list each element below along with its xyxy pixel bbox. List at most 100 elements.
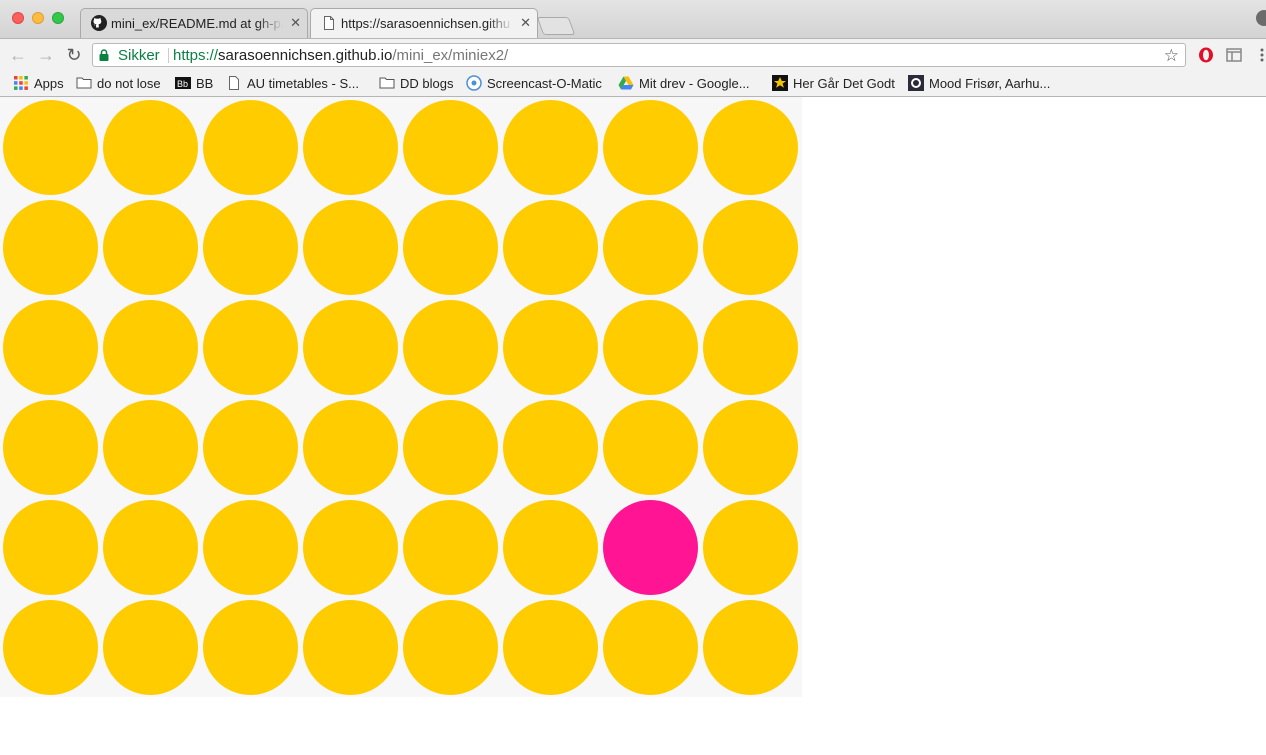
bookmark-label: Mit drev - Google...	[639, 76, 750, 92]
circle	[103, 400, 198, 495]
reload-icon[interactable]: ↻	[64, 45, 84, 65]
bookmark-mood-frisor[interactable]: Mood Frisør, Aarhu...	[908, 74, 1051, 93]
tab-sketch[interactable]: https://sarasoennichsen.githu ✕	[310, 8, 538, 38]
circle	[503, 200, 598, 295]
secure-label: Sikker	[118, 47, 160, 64]
bookmark-au-timetables[interactable]: AU timetables - S...	[226, 75, 359, 93]
circle	[503, 100, 598, 195]
circle	[703, 500, 798, 595]
url-text[interactable]: https://sarasoennichsen.github.io/mini_e…	[173, 47, 508, 64]
circle	[603, 400, 698, 495]
toolbar: ← → ↻ Sikker https://sarasoennichsen.git…	[0, 38, 1266, 73]
close-window-button[interactable]	[12, 12, 24, 24]
lock-icon	[99, 49, 109, 61]
circle	[3, 200, 98, 295]
circle	[303, 400, 398, 495]
folder-icon	[379, 77, 395, 89]
circle	[103, 200, 198, 295]
sketch-canvas[interactable]	[0, 97, 802, 697]
circle	[303, 100, 398, 195]
bookmark-mit-drev[interactable]: Mit drev - Google...	[618, 75, 750, 93]
star-icon	[772, 74, 788, 91]
circle	[703, 200, 798, 295]
circle	[703, 600, 798, 695]
circle	[103, 300, 198, 395]
circle	[503, 600, 598, 695]
folder-icon	[76, 77, 92, 89]
url-scheme: https://	[173, 47, 219, 64]
circle	[303, 300, 398, 395]
circle	[3, 100, 98, 195]
circle	[203, 500, 298, 595]
circle	[103, 500, 198, 595]
page-icon	[229, 75, 239, 90]
circle	[403, 100, 498, 195]
bookmark-bb[interactable]: Bb BB	[175, 75, 213, 93]
bookmark-her-gaar-det-godt[interactable]: Her Går Det Godt	[772, 74, 895, 93]
tab-readme[interactable]: mini_ex/README.md at gh-pa ✕	[80, 8, 308, 38]
bookmark-do-not-lose[interactable]: do not lose	[76, 75, 161, 93]
circle	[703, 300, 798, 395]
circle	[303, 200, 398, 295]
new-tab-button[interactable]	[536, 17, 576, 35]
forward-arrow-icon[interactable]: →	[36, 45, 56, 65]
maximize-window-button[interactable]	[52, 12, 64, 24]
circle	[503, 300, 598, 395]
circle	[303, 600, 398, 695]
tab-close-icon[interactable]: ✕	[520, 15, 531, 31]
blackboard-icon: Bb	[175, 76, 191, 89]
apps-grid-icon	[14, 75, 28, 90]
circle	[103, 600, 198, 695]
profile-icon[interactable]	[1256, 10, 1266, 26]
bookmark-star-icon[interactable]: ☆	[1164, 46, 1179, 66]
bookmark-screencast[interactable]: Screencast-O-Matic	[466, 74, 602, 93]
bookmarks-bar: Apps do not lose Bb BB AU timetables - S…	[0, 72, 1266, 97]
highlighted-circle	[603, 500, 698, 595]
tab-title: mini_ex/README.md at gh-pa	[111, 16, 283, 31]
bookmark-label: Screencast-O-Matic	[487, 76, 602, 92]
circle	[203, 200, 298, 295]
bookmark-label: BB	[196, 76, 214, 92]
circle	[403, 500, 498, 595]
circle	[503, 500, 598, 595]
circle	[3, 300, 98, 395]
circle	[3, 600, 98, 695]
circle	[203, 300, 298, 395]
circle	[203, 100, 298, 195]
bookmark-label: AU timetables - S...	[247, 76, 359, 92]
opera-extension-icon[interactable]	[1198, 47, 1214, 63]
address-divider	[168, 48, 169, 63]
url-host: sarasoennichsen.github.io	[218, 47, 393, 64]
circle	[603, 300, 698, 395]
circle	[403, 400, 498, 495]
bookmark-apps[interactable]: Apps	[13, 75, 64, 93]
bookmark-label: Mood Frisør, Aarhu...	[929, 76, 1051, 92]
screencast-icon	[466, 74, 482, 91]
bookmark-label: Her Går Det Godt	[793, 76, 895, 92]
circle	[103, 100, 198, 195]
circle	[403, 200, 498, 295]
page-icon	[324, 16, 334, 30]
circle	[703, 400, 798, 495]
bookmark-label: Apps	[34, 76, 64, 92]
circle	[3, 400, 98, 495]
back-arrow-icon[interactable]: ←	[8, 45, 28, 65]
circle	[603, 100, 698, 195]
reader-extension-icon[interactable]	[1226, 47, 1242, 63]
circle	[703, 100, 798, 195]
circle	[403, 600, 498, 695]
github-icon	[91, 15, 107, 31]
bookmark-dd-blogs[interactable]: DD blogs	[379, 75, 453, 93]
circle	[203, 600, 298, 695]
circle	[603, 600, 698, 695]
circle	[303, 500, 398, 595]
menu-kebab-icon[interactable]	[1254, 47, 1266, 63]
address-bar[interactable]: Sikker https://sarasoennichsen.github.io…	[92, 43, 1186, 67]
tab-close-icon[interactable]: ✕	[290, 15, 301, 31]
circle	[403, 300, 498, 395]
circle	[503, 400, 598, 495]
bookmark-label: DD blogs	[400, 76, 454, 92]
minimize-window-button[interactable]	[32, 12, 44, 24]
circle	[203, 400, 298, 495]
page-viewport	[0, 97, 1266, 755]
